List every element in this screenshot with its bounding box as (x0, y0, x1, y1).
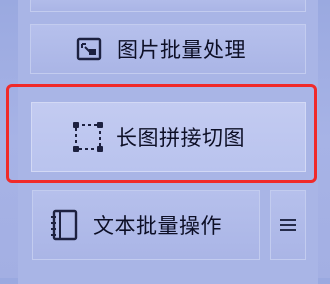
image-crop-icon (69, 29, 109, 69)
document-icon (45, 205, 85, 245)
long-image-stitch-label: 长图拼接切图 (116, 126, 245, 150)
image-batch-button[interactable]: 图片批量处理 (30, 24, 306, 74)
text-batch-button[interactable]: 文本批量操作 (32, 190, 260, 260)
more-menu-button[interactable] (270, 190, 306, 260)
selection-frame-icon (68, 117, 108, 157)
image-batch-label: 图片批量处理 (117, 38, 246, 62)
partial-top-button[interactable] (30, 0, 306, 12)
long-image-stitch-button[interactable]: 长图拼接切图 (31, 102, 306, 172)
text-batch-label: 文本批量操作 (93, 214, 222, 238)
menu-lines-icon (280, 219, 296, 231)
